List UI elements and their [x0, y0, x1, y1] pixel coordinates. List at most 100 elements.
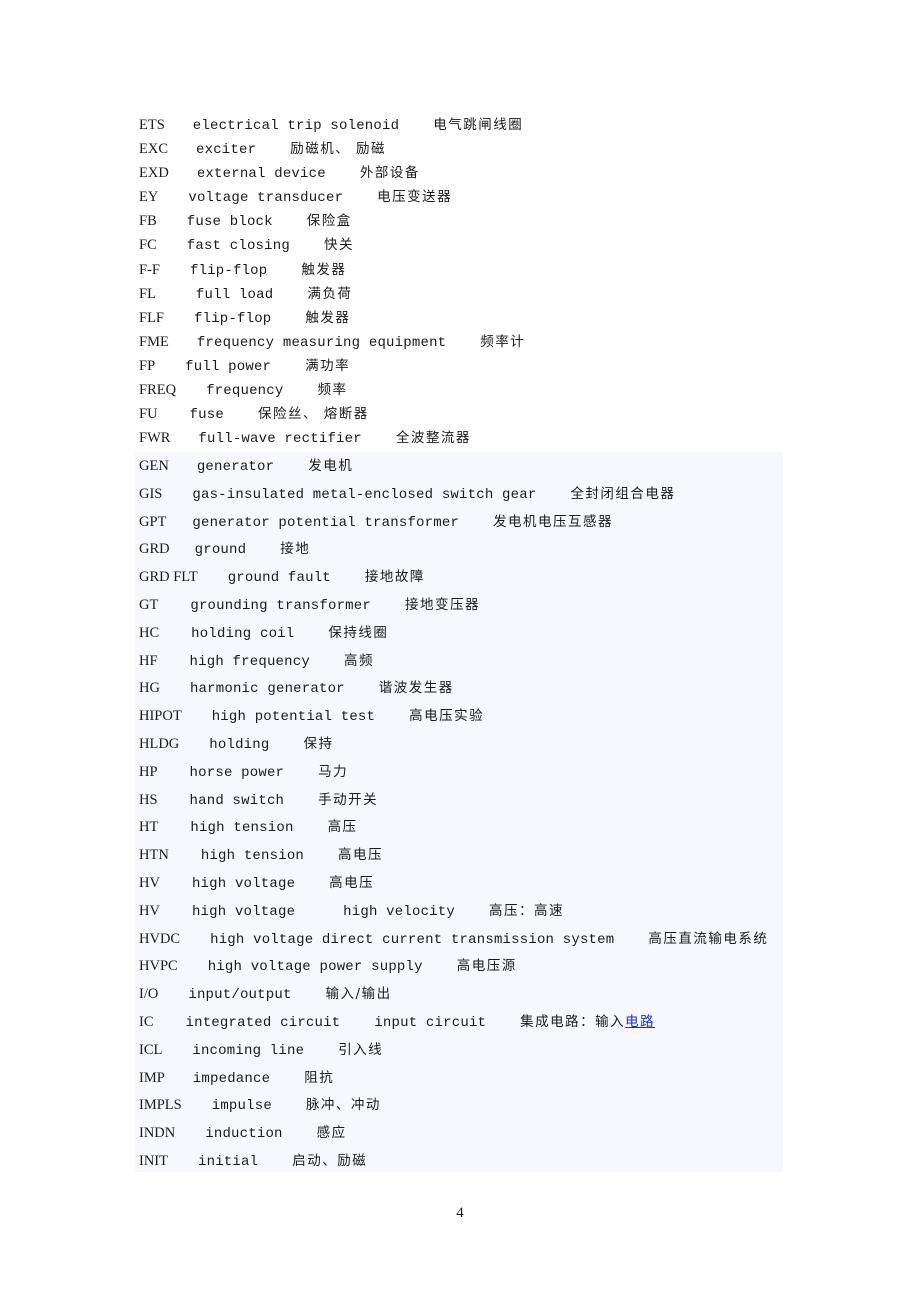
entry-abbreviation: GT	[139, 596, 159, 613]
entry-chinese: 全波整流器	[395, 430, 471, 447]
entry-english: harmonic generator	[189, 681, 345, 698]
glossary-entry: FWR full-wave rectifier 全波整流器	[139, 426, 779, 450]
entry-chinese: 全封闭组合电器	[570, 485, 676, 502]
entry-english: flip-flop	[189, 262, 268, 279]
entry-abbreviation: FREQ	[139, 382, 177, 399]
entry-english: high voltage	[191, 903, 296, 920]
entry-abbreviation: GIS	[139, 485, 163, 502]
glossary-entry: GIS gas-insulated metal-enclosed switch g…	[139, 481, 768, 509]
entry-english: integrated circuit	[185, 1014, 341, 1031]
entry-abbreviation: F-F	[139, 261, 160, 278]
entry-chinese: 引入线	[338, 1041, 384, 1058]
glossary-entry: FLF flip-flop 触发器	[139, 306, 779, 330]
entry-abbreviation: HP	[139, 763, 158, 780]
entry-english-alt: high velocity	[343, 903, 455, 920]
entry-english: induction	[205, 1126, 283, 1143]
entry-abbreviation: EXC	[139, 141, 168, 158]
glossary-entry: IMPLS impulse 脉冲、冲动	[139, 1092, 768, 1120]
glossary-entry: INDN induction 感应	[139, 1120, 768, 1148]
glossary-entry: EY voltage transducer 电压变送器	[139, 185, 779, 209]
entry-abbreviation: EY	[139, 189, 159, 206]
glossary-entry: HT high tension 高压	[139, 814, 768, 842]
entry-abbreviation: ETS	[139, 117, 165, 133]
entry-chinese: 接地变压器	[404, 596, 480, 613]
glossary-entry: HIPOT high potential test 高电压实验	[139, 703, 768, 731]
glossary-entry: EXD external device 外部设备	[139, 161, 779, 185]
entry-abbreviation: IMPLS	[139, 1097, 182, 1114]
entry-abbreviation: FU	[139, 406, 158, 423]
entry-abbreviation: HV	[139, 874, 160, 891]
entry-abbreviation: HC	[139, 624, 160, 641]
circuit-link[interactable]: 电路	[625, 1014, 655, 1030]
entry-english: horse power	[189, 764, 285, 781]
entry-chinese: 高压直流输电系统	[648, 930, 769, 947]
glossary-entry: IMP impedance 阻抗	[139, 1065, 768, 1093]
entry-english-alt: input circuit	[374, 1014, 487, 1031]
entry-english: holding coil	[191, 625, 295, 642]
glossary-entry: GRD ground 接地	[139, 536, 768, 564]
entry-chinese: 保持	[303, 735, 334, 752]
entry-english: full power	[185, 358, 272, 375]
entry-abbreviation: HVDC	[139, 930, 181, 947]
entry-english: full load	[195, 286, 274, 303]
entry-chinese: 发电机	[308, 458, 354, 474]
entry-english: generator potential transformer	[192, 514, 460, 531]
entry-english: fast closing	[186, 238, 290, 255]
entry-abbreviation: HTN	[139, 847, 169, 864]
entry-english: input/output	[188, 987, 292, 1004]
entry-chinese: 发电机电压互感器	[493, 513, 614, 530]
entry-english: exciter	[196, 142, 257, 159]
entry-abbreviation: FC	[139, 237, 157, 254]
glossary-entry: ICL incoming line 引入线	[139, 1037, 768, 1065]
glossary-entry: HV high voltage 高电压	[139, 870, 768, 898]
entry-chinese: 阻抗	[304, 1069, 335, 1086]
page-number: 4	[456, 1205, 464, 1221]
entry-chinese: 高电压	[329, 874, 375, 891]
entry-abbreviation: HLDG	[139, 735, 180, 752]
glossary-entry: FU fuse 保险丝、 熔断器	[139, 402, 779, 426]
entry-abbreviation: FLF	[139, 309, 164, 326]
glossary-entry: I/O input/output 输入/输出	[139, 981, 768, 1009]
entry-english: high frequency	[189, 653, 310, 670]
entry-chinese: 保险丝、 熔断器	[257, 406, 369, 423]
entry-chinese: 满负荷	[307, 285, 353, 302]
entry-abbreviation: EXD	[139, 165, 169, 182]
entry-abbreviation: GRD FLT	[139, 569, 198, 586]
entry-chinese: 满功率	[305, 357, 351, 374]
glossary-entry: FB fuse block 保险盒	[139, 209, 779, 233]
entry-chinese: 频率计	[480, 333, 526, 350]
glossary-entry: HV high voltage high velocity 高压：高速	[139, 898, 768, 926]
glossary-entry: F-F flip-flop 触发器	[139, 258, 779, 282]
entry-abbreviation: HVPC	[139, 958, 178, 975]
glossary-entry: HVDC high voltage direct current transmis…	[139, 926, 768, 954]
entry-abbreviation: IC	[139, 1013, 154, 1030]
glossary-entry: FP full power 满功率	[139, 354, 779, 378]
entry-english: grounding transformer	[190, 597, 371, 614]
entry-english: ground	[194, 542, 247, 559]
glossary-entry: GT grounding transformer 接地变压器	[139, 592, 768, 620]
entry-chinese: 触发器	[301, 261, 347, 278]
entry-english: external device	[196, 166, 326, 183]
entry-english: full-wave rectifier	[198, 431, 362, 448]
entry-english: high tension	[190, 820, 294, 837]
glossary-plain-section: ETS electrical trip solenoid 电气跳闸线圈 EXC exc…	[139, 113, 779, 450]
entry-english: initial	[198, 1153, 259, 1170]
entry-english: holding	[209, 736, 270, 753]
entry-english: gas-insulated metal-enclosed switch gear	[192, 486, 537, 503]
glossary-entry: ETS electrical trip solenoid 电气跳闸线圈	[139, 113, 779, 137]
entry-english: high voltage	[191, 875, 296, 892]
glossary-entry: EXC exciter 励磁机、 励磁	[139, 137, 779, 161]
entry-abbreviation: HF	[139, 652, 158, 669]
entry-abbreviation: HV	[139, 902, 160, 919]
entry-chinese: 外部设备	[359, 165, 420, 182]
glossary-entry: HF high frequency 高频	[139, 648, 768, 676]
entry-abbreviation: FWR	[139, 430, 171, 447]
entry-english: frequency measuring equipment	[196, 334, 447, 351]
entry-abbreviation: ICL	[139, 1041, 163, 1058]
entry-english: impulse	[211, 1098, 272, 1115]
entry-chinese: 高电压源	[456, 958, 517, 975]
entry-abbreviation: GPT	[139, 513, 167, 530]
glossary-entry: HTN high tension 高电压	[139, 842, 768, 870]
glossary-entry: HP horse power 马力	[139, 759, 768, 787]
entry-english: high voltage power supply	[207, 959, 423, 976]
